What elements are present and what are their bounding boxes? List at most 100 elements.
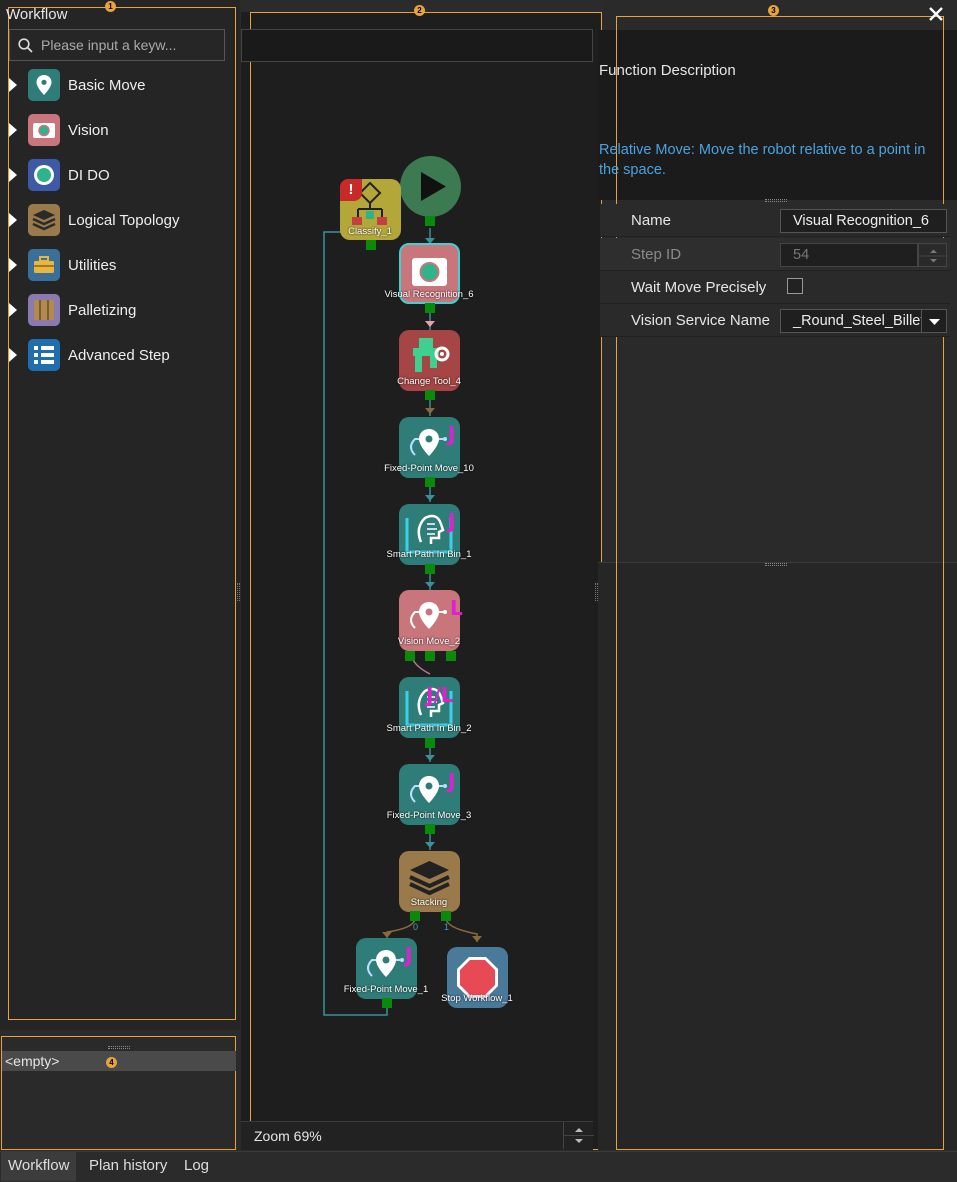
canvas-toolbar bbox=[241, 29, 593, 62]
chevron-down-icon bbox=[575, 1139, 583, 1143]
move-mode-label: J bbox=[448, 509, 456, 533]
expand-arrow-icon[interactable] bbox=[9, 348, 17, 362]
badge-3: 3 bbox=[768, 5, 779, 16]
camera-icon bbox=[28, 114, 60, 146]
category-label: DI DO bbox=[68, 166, 110, 184]
play-icon bbox=[421, 172, 446, 201]
move-mode-label: J bbox=[405, 943, 413, 967]
output-port[interactable] bbox=[410, 911, 420, 921]
step-id-stepper bbox=[918, 243, 948, 267]
category-label: Vision bbox=[68, 121, 109, 139]
panel-title: Workflow bbox=[6, 6, 68, 23]
category-palletizing[interactable]: Palletizing bbox=[0, 291, 230, 329]
output-port[interactable] bbox=[366, 240, 376, 250]
zoom-level: Zoom 69% bbox=[254, 1128, 322, 1144]
pallet-icon bbox=[28, 294, 60, 326]
node-label: Vision Move_2 bbox=[397, 636, 461, 647]
expand-arrow-icon[interactable] bbox=[9, 123, 17, 137]
category-label: Palletizing bbox=[68, 301, 137, 319]
category-label: Basic Move bbox=[68, 76, 146, 94]
property-label: Step ID bbox=[631, 246, 682, 263]
port-label: 0 bbox=[413, 922, 419, 932]
category-di-do[interactable]: DI DO bbox=[0, 156, 230, 194]
badge-2: 2 bbox=[414, 5, 425, 16]
output-port[interactable] bbox=[425, 390, 435, 400]
resize-handle[interactable] bbox=[108, 1046, 130, 1049]
output-port[interactable] bbox=[382, 998, 392, 1008]
output-port[interactable] bbox=[425, 216, 435, 226]
layers-icon bbox=[28, 204, 60, 236]
category-label: Utilities bbox=[68, 256, 117, 274]
node-label: Classify_1 bbox=[348, 226, 392, 237]
badge-4: 4 bbox=[106, 1057, 117, 1068]
badge-1: 1 bbox=[105, 1, 116, 12]
property-row-vision-service: Vision Service Name _Round_Steel_Billet bbox=[600, 304, 950, 337]
move-mode-label: J bbox=[448, 769, 456, 793]
node-label: Fixed-Point Move_3 bbox=[386, 810, 472, 821]
search-input[interactable] bbox=[41, 37, 221, 53]
category-vision[interactable]: Vision bbox=[0, 111, 230, 149]
close-icon bbox=[929, 7, 943, 21]
output-port[interactable] bbox=[425, 824, 435, 834]
output-port[interactable] bbox=[425, 564, 435, 574]
search-box[interactable] bbox=[9, 29, 225, 61]
output-port[interactable] bbox=[425, 303, 435, 313]
property-label: Vision Service Name bbox=[631, 312, 770, 329]
output-port[interactable] bbox=[441, 911, 451, 921]
move-mode-label: J bbox=[448, 422, 456, 446]
node-label: Stacking bbox=[410, 897, 448, 908]
wait-move-checkbox[interactable] bbox=[787, 278, 803, 294]
output-port[interactable] bbox=[405, 651, 415, 661]
expand-arrow-icon[interactable] bbox=[9, 258, 17, 272]
dropdown-button[interactable] bbox=[921, 310, 946, 332]
chevron-up-icon bbox=[930, 249, 937, 253]
property-row-wait-move: Wait Move Precisely bbox=[600, 271, 950, 304]
node-label: Smart Path In Bin_2 bbox=[386, 723, 472, 734]
name-field[interactable]: Visual Recognition_6 bbox=[780, 209, 947, 233]
function-description-title: Function Description bbox=[599, 62, 736, 79]
search-icon bbox=[18, 37, 33, 53]
chevron-down-icon bbox=[929, 319, 940, 325]
close-button[interactable] bbox=[926, 4, 946, 24]
start-node[interactable] bbox=[400, 156, 461, 217]
node-label: Smart Path In Bin_1 bbox=[386, 549, 472, 560]
panel-highlight-3 bbox=[616, 16, 944, 1150]
category-utilities[interactable]: Utilities bbox=[0, 246, 230, 284]
chevron-up-icon bbox=[575, 1128, 583, 1132]
move-mode-label: L bbox=[450, 596, 463, 620]
property-label: Name bbox=[631, 212, 672, 229]
chevron-down-icon bbox=[930, 259, 937, 263]
zoom-stepper[interactable] bbox=[563, 1122, 594, 1149]
output-port[interactable] bbox=[425, 738, 435, 748]
property-label: Wait Move Precisely bbox=[631, 279, 767, 296]
output-port[interactable] bbox=[425, 651, 435, 661]
step-id-field: 54 bbox=[780, 243, 918, 267]
tab-workflow[interactable]: Workflow bbox=[1, 1152, 77, 1181]
resize-handle[interactable] bbox=[765, 199, 787, 202]
node-label: Stop Workflow_1 bbox=[441, 993, 513, 1004]
expand-arrow-icon[interactable] bbox=[9, 78, 17, 92]
category-advanced-step[interactable]: Advanced Step bbox=[0, 336, 230, 374]
expand-arrow-icon[interactable] bbox=[9, 303, 17, 317]
category-logical-topology[interactable]: Logical Topology bbox=[0, 201, 230, 239]
splitter-handle[interactable] bbox=[237, 583, 240, 601]
node-label: Fixed-Point Move_10 bbox=[384, 463, 474, 474]
output-port[interactable] bbox=[425, 477, 435, 487]
io-ring-icon bbox=[28, 159, 60, 191]
expand-arrow-icon[interactable] bbox=[9, 168, 17, 182]
output-port[interactable] bbox=[446, 651, 456, 661]
node-label: Visual Recognition_6 bbox=[384, 289, 474, 300]
tab-log[interactable]: Log bbox=[177, 1152, 216, 1181]
category-label: Advanced Step bbox=[68, 346, 170, 364]
move-mode-label: J/L bbox=[426, 683, 454, 707]
tab-plan-history[interactable]: Plan history bbox=[82, 1152, 174, 1181]
port-label: 1 bbox=[444, 922, 450, 932]
node-label: Change Tool_4 bbox=[397, 376, 461, 387]
category-label: Logical Topology bbox=[68, 211, 180, 229]
expand-arrow-icon[interactable] bbox=[9, 213, 17, 227]
category-basic-move[interactable]: Basic Move bbox=[0, 66, 230, 104]
resize-handle[interactable] bbox=[765, 563, 787, 566]
advanced-step-icon bbox=[28, 339, 60, 371]
list-item[interactable]: <empty> bbox=[2, 1051, 236, 1071]
toolbox-icon bbox=[28, 249, 60, 281]
